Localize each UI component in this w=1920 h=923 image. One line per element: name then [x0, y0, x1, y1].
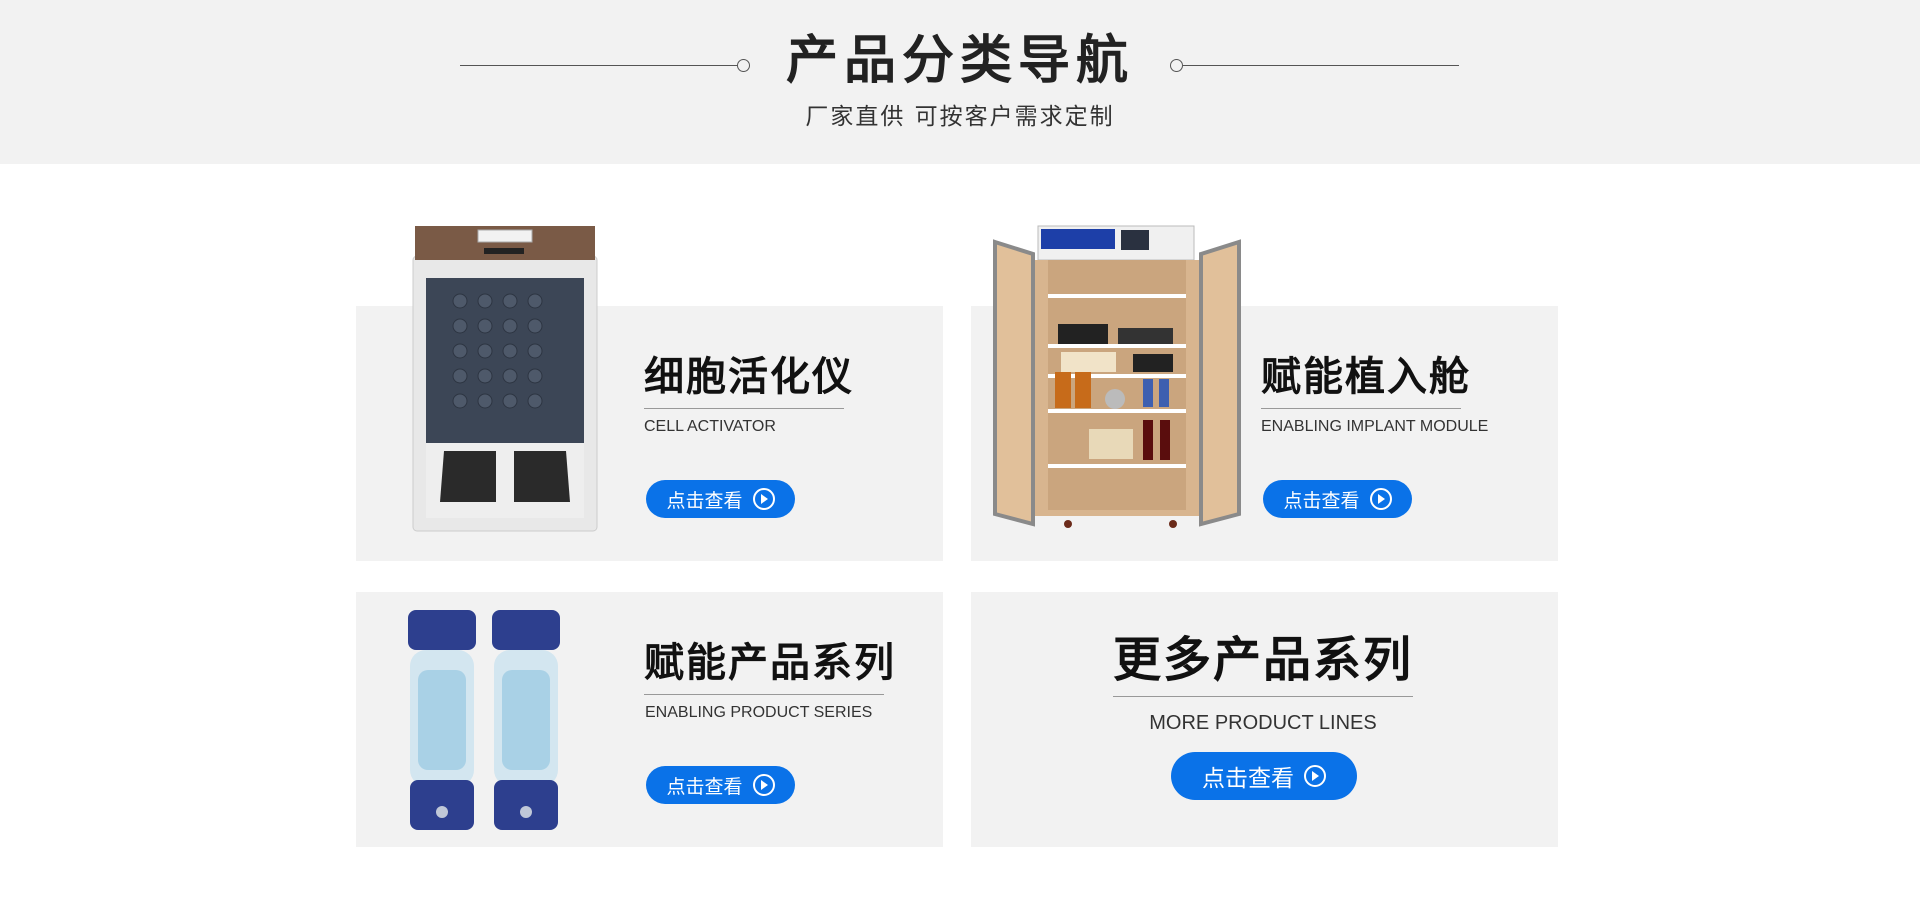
product-title: 赋能产品系列 — [644, 638, 894, 695]
page-subtitle: 厂家直供 可按客户需求定制 — [805, 104, 1115, 130]
product-english-name: ENABLING PRODUCT SERIES — [645, 704, 873, 721]
header-divider-right — [1183, 65, 1459, 66]
view-button[interactable]: 点击查看 — [646, 480, 795, 518]
view-button-label: 点击查看 — [666, 489, 743, 512]
section-header: 产品分类导航 厂家直供 可按客户需求定制 — [0, 0, 1920, 164]
view-more-button[interactable]: 点击查看 — [1171, 752, 1357, 800]
arrow-right-circle-icon — [752, 774, 775, 796]
cell-activator-image — [412, 226, 598, 532]
product-title: 细胞活化仪 — [644, 352, 852, 409]
view-button-label: 点击查看 — [1283, 489, 1360, 512]
view-button[interactable]: 点击查看 — [646, 766, 795, 804]
header-circle-right — [1170, 59, 1183, 72]
implant-module-image — [993, 225, 1241, 528]
product-english-name: ENABLING IMPLANT MODULE — [1261, 418, 1489, 435]
more-products-title: 更多产品系列 — [1113, 630, 1413, 697]
view-button[interactable]: 点击查看 — [1263, 480, 1412, 518]
arrow-right-circle-icon — [1304, 765, 1326, 787]
view-button-label: 点击查看 — [1202, 766, 1294, 792]
arrow-right-circle-icon — [752, 488, 775, 510]
view-button-label: 点击查看 — [666, 775, 743, 798]
page-title: 产品分类导航 — [785, 31, 1134, 91]
product-title: 赋能植入舱 — [1261, 352, 1469, 409]
more-products-english: MORE PRODUCT LINES — [1149, 712, 1377, 734]
product-english-name: CELL ACTIVATOR — [644, 418, 776, 435]
arrow-right-circle-icon — [1369, 488, 1392, 510]
water-bottle-image — [408, 610, 560, 830]
